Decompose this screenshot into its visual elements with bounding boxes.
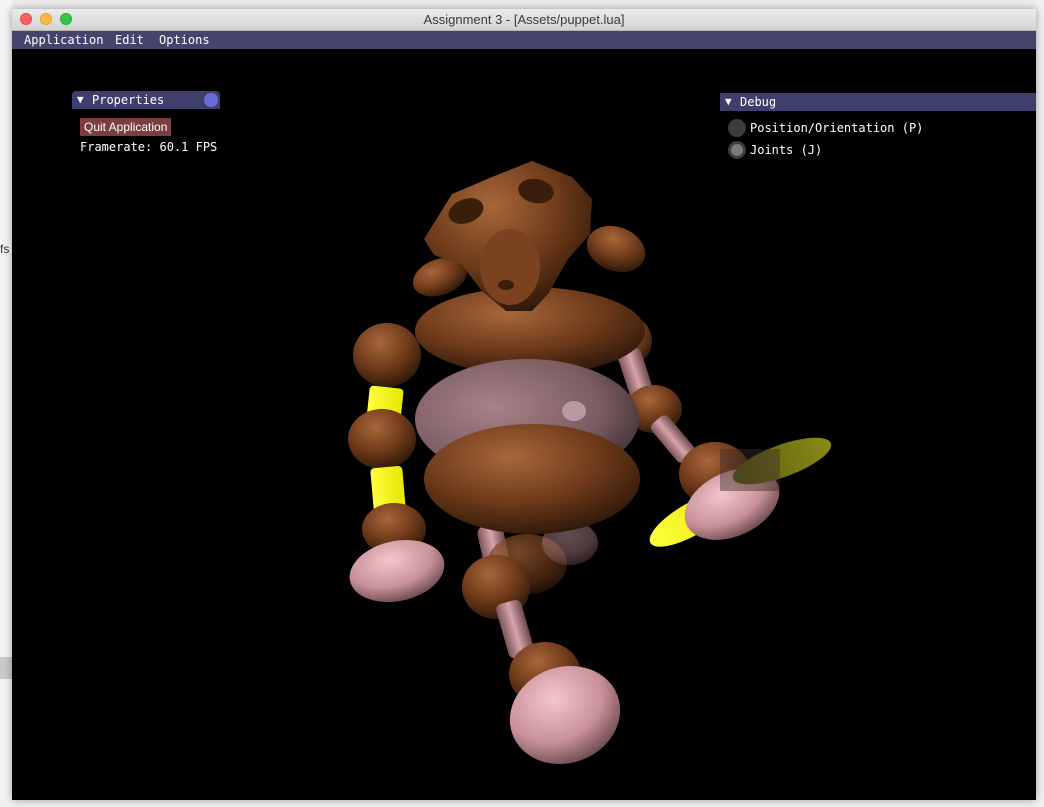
puppet-right-ear — [586, 225, 646, 273]
render-viewport[interactable]: ▼ Properties Quit Application Framerate:… — [12, 49, 1036, 800]
menu-application[interactable]: Application — [24, 33, 103, 47]
radio-label: Position/Orientation (P) — [750, 121, 924, 135]
puppet-muzzle — [480, 229, 540, 305]
puppet-left-elbow — [348, 409, 416, 469]
radio-icon[interactable] — [728, 119, 746, 137]
window-title: Assignment 3 - [Assets/puppet.lua] — [423, 12, 625, 27]
puppet-joint-highlight-box — [720, 449, 780, 491]
collapse-arrow-icon[interactable]: ▼ — [725, 95, 732, 108]
title-bar[interactable]: Assignment 3 - [Assets/puppet.lua] — [12, 9, 1036, 31]
properties-panel-header[interactable]: ▼ Properties — [72, 91, 220, 109]
puppet-belly-button — [562, 401, 586, 421]
menu-edit[interactable]: Edit — [115, 33, 144, 47]
menu-options[interactable]: Options — [159, 33, 210, 47]
puppet-left-hand — [349, 540, 445, 602]
desktop-background-top — [0, 0, 1044, 9]
puppet-mouth — [498, 280, 514, 290]
debug-panel-header[interactable]: ▼ Debug — [720, 93, 1036, 111]
radio-icon[interactable] — [728, 141, 746, 159]
debug-panel-title: Debug — [740, 95, 777, 109]
quit-application-button[interactable]: Quit Application — [80, 118, 172, 136]
desktop-background-left: fs — [0, 0, 12, 807]
desktop-text-fragment: fs — [0, 242, 10, 256]
puppet-scene[interactable] — [12, 49, 1036, 800]
collapse-circle-icon[interactable] — [204, 93, 218, 107]
menu-bar: Application Edit Options — [12, 31, 1036, 49]
radio-label: Joints (J) — [750, 143, 823, 157]
collapse-arrow-icon[interactable]: ▼ — [77, 93, 84, 106]
puppet-torso-bottom — [424, 424, 640, 534]
app-window: Assignment 3 - [Assets/puppet.lua] Appli… — [12, 9, 1036, 800]
properties-panel-title: Properties — [92, 93, 165, 107]
desktop-strip — [0, 657, 12, 679]
framerate-readout: Framerate: 60.1 FPS — [80, 140, 218, 154]
puppet-left-shoulder — [353, 323, 421, 387]
desktop-background-right — [1036, 0, 1044, 807]
